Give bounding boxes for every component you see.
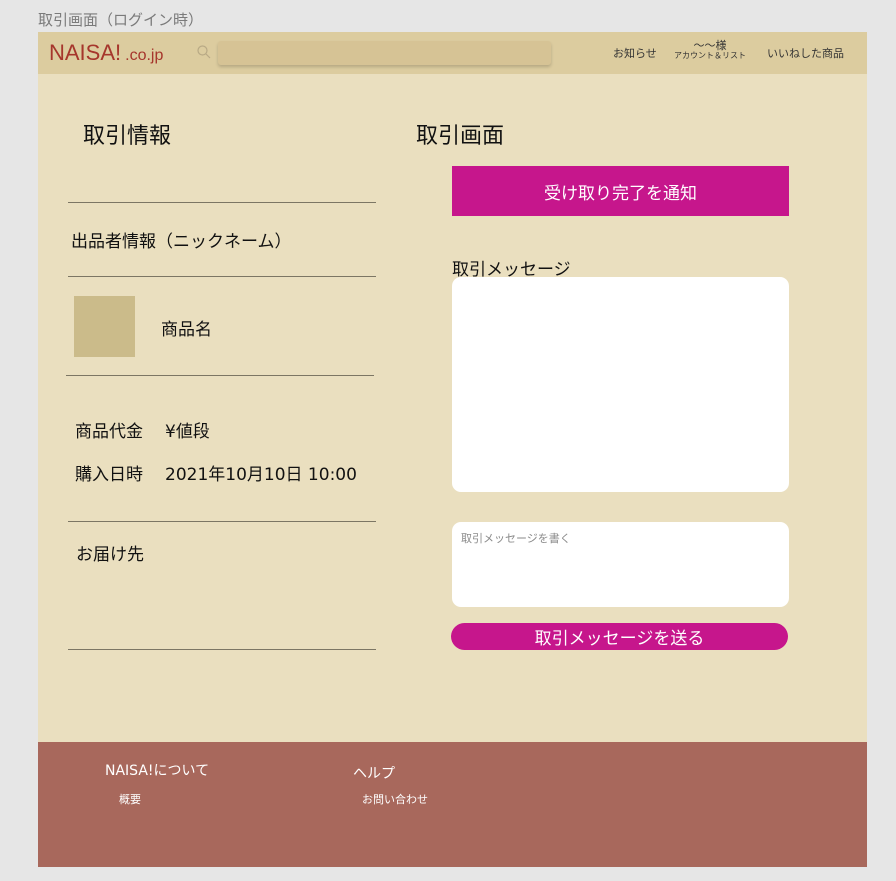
transaction-screen-title: 取引画面 (416, 124, 505, 149)
shipping-label: お届け先 (76, 545, 144, 565)
product-name[interactable]: 商品名 (161, 315, 212, 340)
price-value: ¥値段 (165, 422, 210, 442)
account-name: 〜〜様 (693, 39, 727, 52)
logo-main: NAISA! (49, 40, 122, 65)
logo[interactable]: NAISA! .co.jp (49, 40, 163, 66)
divider (68, 649, 376, 650)
footer-contact-link[interactable]: お問い合わせ (362, 791, 428, 807)
footer: NAISA!について 概要 ヘルプ お問い合わせ (38, 742, 867, 867)
header: NAISA! .co.jp お知らせ 〜〜様 アカウント＆リスト いいねした商品 (38, 32, 867, 74)
frame-label: 取引画面（ログイン時） (38, 11, 204, 29)
nav-account-link[interactable]: 〜〜様 アカウント＆リスト (674, 40, 746, 61)
divider (68, 202, 376, 203)
message-input[interactable] (452, 522, 789, 607)
seller-info[interactable]: 出品者情報（ニックネーム） (71, 227, 292, 252)
divider (66, 375, 374, 376)
footer-help-heading[interactable]: ヘルプ (353, 763, 395, 783)
product-thumbnail[interactable] (74, 296, 135, 357)
purchase-date-value: 2021年10月10日 10:00 (165, 465, 357, 485)
transaction-info-title: 取引情報 (83, 124, 172, 149)
account-sub: アカウント＆リスト (674, 51, 746, 60)
message-history[interactable] (452, 277, 789, 492)
search-input[interactable] (218, 41, 551, 65)
search-icon[interactable] (197, 44, 211, 59)
divider (68, 276, 376, 277)
price-label: 商品代金 (75, 422, 143, 442)
notify-receipt-button[interactable]: 受け取り完了を通知 (452, 166, 789, 216)
footer-about-heading[interactable]: NAISA!について (105, 760, 209, 780)
divider (68, 521, 376, 522)
transaction-page: NAISA! .co.jp お知らせ 〜〜様 アカウント＆リスト いいねした商品 … (38, 32, 867, 867)
logo-domain: .co.jp (125, 47, 164, 64)
purchase-date-label: 購入日時 (75, 465, 143, 485)
footer-overview-link[interactable]: 概要 (119, 791, 141, 807)
send-message-button[interactable]: 取引メッセージを送る (451, 623, 788, 650)
nav-likes-link[interactable]: いいねした商品 (767, 45, 844, 61)
nav-notice-link[interactable]: お知らせ (613, 45, 657, 61)
